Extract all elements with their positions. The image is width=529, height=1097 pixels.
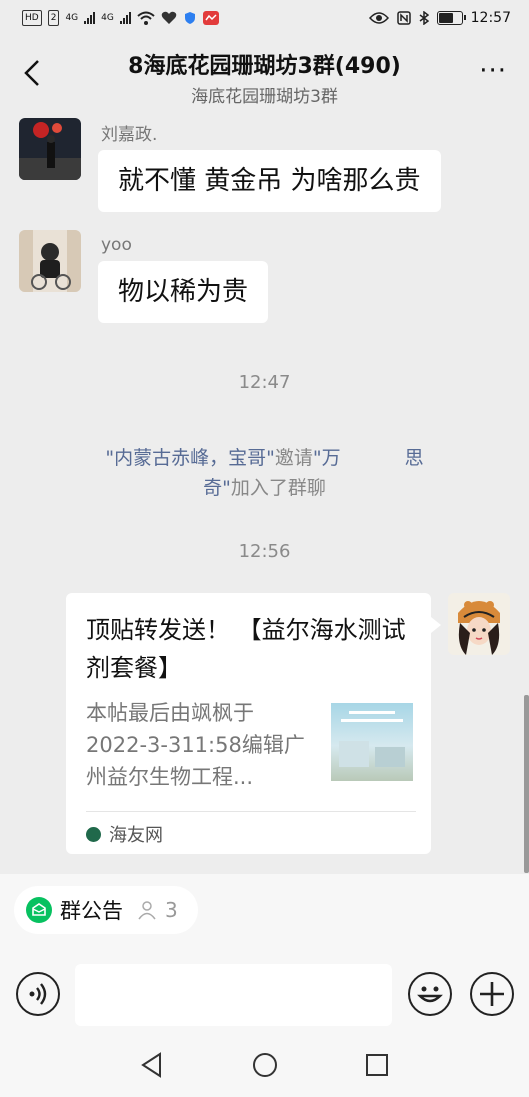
nav-back-icon[interactable] bbox=[140, 1052, 164, 1078]
card-title: 顶贴转发送！ 【益尔海水测试剂套餐】 bbox=[86, 616, 406, 682]
bluetooth-icon bbox=[419, 11, 429, 25]
link-card-message[interactable]: 顶贴转发送！ 【益尔海水测试剂套餐】 本帖最后由飒枫于2022-3-311:58… bbox=[66, 593, 441, 854]
eye-icon bbox=[368, 12, 389, 24]
notice-icon bbox=[26, 897, 52, 923]
emoji-icon[interactable] bbox=[408, 972, 452, 1016]
wifi-icon bbox=[137, 11, 155, 25]
input-toolbar bbox=[0, 964, 529, 1026]
system-message: "内蒙古赤峰，宝哥"邀请"万 思 奇"加入了群聊 bbox=[40, 443, 489, 503]
bubble-tail bbox=[431, 617, 441, 633]
system-text: 邀请 bbox=[274, 447, 313, 469]
system-nav-bar bbox=[0, 1044, 529, 1089]
sim-badge: 2 bbox=[47, 10, 60, 26]
system-text-tail: 加入了群聊 bbox=[230, 477, 326, 499]
avatar[interactable] bbox=[19, 230, 81, 292]
sender-name: 刘嘉政. bbox=[101, 125, 158, 145]
card-divider bbox=[86, 811, 416, 812]
message-input[interactable] bbox=[75, 964, 392, 1026]
chat-title: 8海底花园珊瑚坊3群(490) bbox=[128, 54, 401, 79]
network-type-1: 4G bbox=[65, 13, 79, 23]
sender-name: yoo bbox=[101, 235, 132, 255]
nav-recents-icon[interactable] bbox=[365, 1053, 389, 1077]
time-separator: 12:47 bbox=[238, 372, 291, 393]
notice-label: 群公告 bbox=[60, 899, 123, 923]
message-bubble[interactable]: 就不懂 黄金吊 为啥那么贵 bbox=[98, 150, 441, 212]
network-type-2: 4G bbox=[101, 13, 114, 23]
message-bubble[interactable]: 物以稀为贵 bbox=[98, 261, 269, 323]
card-description: 本帖最后由飒枫于2022-3-311:58编辑广州益尔生物工程... bbox=[86, 701, 305, 789]
signal-icon-2 bbox=[119, 12, 131, 24]
notice-member-count: 3 bbox=[165, 898, 178, 922]
invitee-link-part[interactable]: 思 bbox=[405, 447, 424, 469]
avatar-photo-child bbox=[19, 230, 81, 292]
chat-subtitle: 海底花园珊瑚坊3群 bbox=[191, 87, 338, 107]
battery-icon bbox=[436, 11, 466, 25]
hd-badge: HD bbox=[22, 10, 42, 26]
source-logo-icon bbox=[86, 826, 101, 842]
voice-input-icon[interactable] bbox=[16, 972, 60, 1016]
bottom-panel: 群公告 3 bbox=[0, 874, 529, 1097]
group-notice-button[interactable]: 群公告 3 bbox=[14, 886, 198, 934]
shield-icon bbox=[184, 12, 195, 24]
app-notification-icon bbox=[202, 11, 219, 25]
time-separator: 12:56 bbox=[238, 541, 291, 562]
invitee-link-end[interactable]: 奇" bbox=[203, 477, 231, 499]
more-options-icon[interactable]: ··· bbox=[479, 58, 507, 84]
nfc-icon bbox=[396, 11, 411, 25]
status-time: 12:57 bbox=[470, 10, 511, 26]
scrollbar[interactable] bbox=[524, 695, 529, 873]
inviter-link[interactable]: "内蒙古赤峰，宝哥" bbox=[105, 447, 274, 469]
avatar-illustration bbox=[448, 593, 510, 655]
heart-icon bbox=[161, 11, 177, 24]
avatar[interactable] bbox=[19, 118, 81, 180]
card-source: 海友网 bbox=[86, 821, 163, 847]
avatar-photo-night bbox=[19, 118, 81, 180]
own-avatar[interactable] bbox=[448, 593, 510, 655]
invitee-link[interactable]: "万 bbox=[313, 447, 341, 469]
card-source-name: 海友网 bbox=[109, 825, 163, 846]
person-icon bbox=[138, 901, 156, 920]
card-thumbnail bbox=[331, 703, 413, 781]
add-more-icon[interactable] bbox=[470, 972, 514, 1016]
signal-icon bbox=[84, 12, 96, 24]
nav-home-icon[interactable] bbox=[252, 1052, 278, 1078]
chat-header: 8海底花园珊瑚坊3群(490) 海底花园珊瑚坊3群 ··· bbox=[0, 38, 529, 110]
status-bar: HD 2 4G 4G 12:57 bbox=[0, 0, 529, 38]
